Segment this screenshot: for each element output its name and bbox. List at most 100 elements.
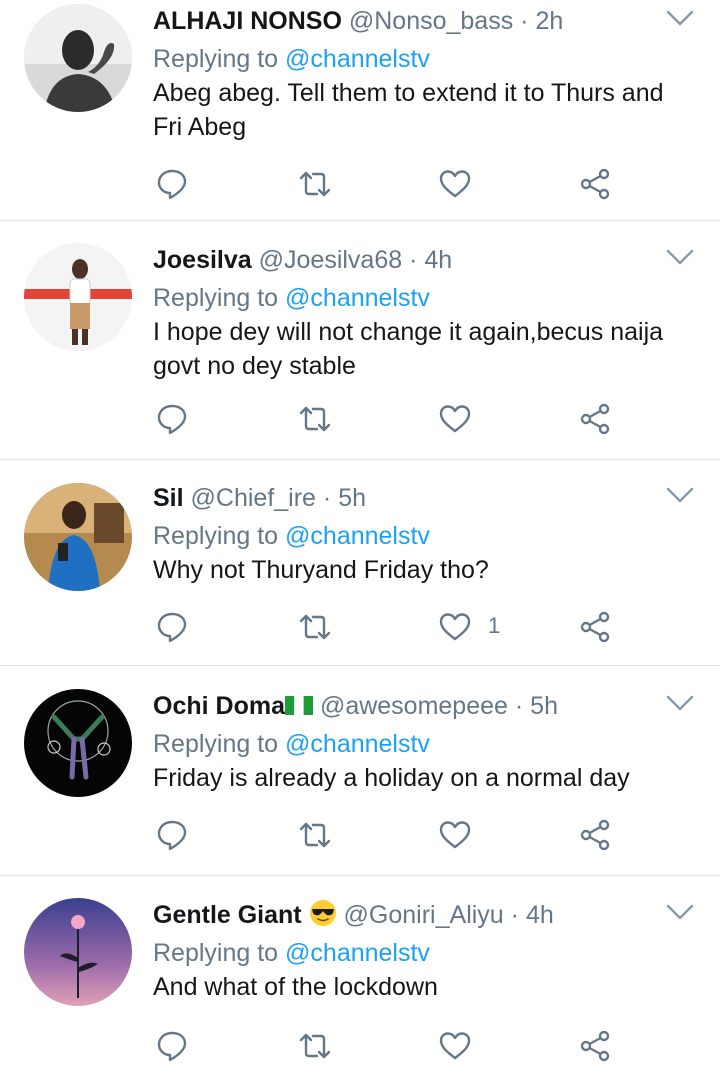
heart-icon	[439, 1032, 471, 1060]
divider	[0, 875, 720, 876]
divider	[0, 459, 720, 460]
reply-button[interactable]	[152, 162, 192, 206]
retweet-button[interactable]	[295, 813, 335, 857]
avatar[interactable]	[24, 898, 132, 1006]
heart-icon	[439, 821, 471, 849]
display-name[interactable]: Gentle Giant	[153, 901, 302, 929]
timestamp[interactable]: 5h	[530, 692, 558, 720]
separator-dot: ·	[322, 484, 332, 512]
reply-icon	[157, 169, 187, 200]
retweet-icon	[299, 614, 331, 640]
avatar[interactable]	[24, 4, 132, 112]
separator-dot: ·	[510, 901, 519, 929]
divider	[0, 665, 720, 666]
reply-icon	[157, 612, 187, 643]
user-handle[interactable]: @Goniri_Aliyu	[344, 901, 504, 929]
reply-icon	[157, 404, 187, 435]
retweet-button[interactable]	[295, 162, 335, 206]
mention-link[interactable]: @channelstv	[285, 730, 430, 758]
avatar[interactable]	[24, 483, 132, 591]
display-name[interactable]: Joesilva	[153, 246, 252, 274]
retweet-button[interactable]	[295, 1024, 335, 1068]
chevron-down-icon[interactable]	[666, 485, 694, 505]
display-name[interactable]: Ochi Doma	[153, 692, 285, 720]
action-bar	[0, 162, 720, 206]
reply-button[interactable]	[152, 397, 192, 441]
separator-dot: ·	[514, 692, 524, 720]
replying-to-line: Replying to @channelstv	[153, 727, 430, 761]
replying-to-label: Replying to	[153, 284, 286, 312]
timestamp[interactable]: 4h	[526, 901, 554, 929]
replying-to-label: Replying to	[153, 45, 286, 73]
like-button[interactable]	[435, 813, 475, 857]
share-button[interactable]	[575, 1024, 615, 1068]
avatar[interactable]	[24, 689, 132, 797]
reply-thread: ALHAJI NONSO @Nonso_bass · 2h Replying t…	[0, 0, 720, 1080]
like-button[interactable]	[435, 162, 475, 206]
replying-to-line: Replying to @channelstv	[153, 42, 430, 76]
heart-icon	[439, 613, 471, 641]
like-button[interactable]	[435, 605, 475, 649]
retweet-icon	[299, 171, 331, 197]
reply-button[interactable]	[152, 605, 192, 649]
sunglasses-emoji-icon	[309, 900, 336, 926]
replying-to-line: Replying to @channelstv	[153, 936, 430, 970]
chevron-down-icon[interactable]	[666, 902, 694, 922]
heart-icon	[439, 170, 471, 198]
reply-icon	[157, 1031, 187, 1062]
replying-to-label: Replying to	[153, 730, 286, 758]
like-button[interactable]	[435, 397, 475, 441]
heart-icon	[439, 405, 471, 433]
share-button[interactable]	[575, 162, 615, 206]
divider	[0, 220, 720, 221]
tweet-text: Friday is already a holiday on a normal …	[153, 764, 630, 792]
user-handle[interactable]: @awesomepeee	[320, 692, 508, 720]
share-button[interactable]	[575, 605, 615, 649]
chevron-down-icon[interactable]	[666, 247, 694, 267]
action-bar	[0, 397, 720, 441]
tweet-text: And what of the lockdown	[153, 973, 438, 1001]
timestamp[interactable]: 2h	[535, 7, 563, 35]
separator-dot: ·	[409, 246, 418, 274]
share-button[interactable]	[575, 397, 615, 441]
like-count: 1	[488, 613, 501, 638]
mention-link[interactable]: @channelstv	[285, 284, 430, 312]
timestamp[interactable]: 4h	[424, 246, 452, 274]
action-bar	[0, 813, 720, 857]
tweet-text: I hope dey will not change it again,becu…	[153, 318, 664, 380]
replying-to-label: Replying to	[153, 522, 286, 550]
reply-button[interactable]	[152, 1024, 192, 1068]
retweet-button[interactable]	[295, 605, 335, 649]
share-button[interactable]	[575, 813, 615, 857]
replying-to-label: Replying to	[153, 939, 286, 967]
action-bar	[0, 1024, 720, 1068]
avatar[interactable]	[24, 243, 132, 351]
tweet-text: Why not Thuryand Friday tho?	[153, 556, 489, 584]
retweet-icon	[299, 406, 331, 432]
display-name[interactable]: Sil	[153, 484, 184, 512]
reply-icon	[157, 820, 187, 851]
mention-link[interactable]: @channelstv	[285, 939, 430, 967]
share-icon	[580, 403, 610, 435]
timestamp[interactable]: 5h	[338, 484, 366, 512]
nigeria-flag-icon	[284, 696, 313, 715]
share-icon	[580, 168, 610, 200]
replying-to-line: Replying to @channelstv	[153, 281, 430, 315]
action-bar: 1	[0, 605, 720, 649]
user-handle[interactable]: @Joesilva68	[259, 246, 403, 274]
retweet-icon	[299, 822, 331, 848]
user-handle[interactable]: @Chief_ire	[191, 484, 316, 512]
chevron-down-icon[interactable]	[666, 8, 694, 28]
chevron-down-icon[interactable]	[666, 693, 694, 713]
share-icon	[580, 1030, 610, 1062]
separator-dot: ·	[520, 7, 529, 35]
mention-link[interactable]: @channelstv	[285, 522, 430, 550]
like-button[interactable]	[435, 1024, 475, 1068]
retweet-button[interactable]	[295, 397, 335, 441]
reply-button[interactable]	[152, 813, 192, 857]
user-handle[interactable]: @Nonso_bass	[349, 7, 513, 35]
share-icon	[580, 611, 610, 643]
retweet-icon	[299, 1033, 331, 1059]
mention-link[interactable]: @channelstv	[285, 45, 430, 73]
display-name[interactable]: ALHAJI NONSO	[153, 7, 342, 35]
